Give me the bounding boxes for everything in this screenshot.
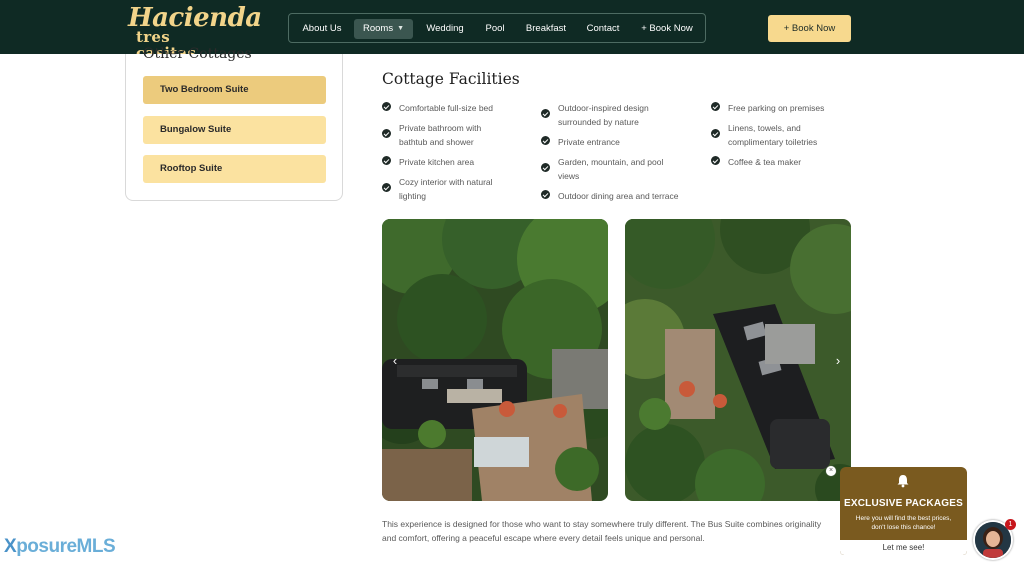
- facility-item: Garden, mountain, and pool views: [541, 155, 701, 183]
- nav-wedding[interactable]: Wedding: [424, 19, 466, 39]
- nav-breakfast[interactable]: Breakfast: [524, 19, 568, 39]
- facility-item: Linens, towels, and complimentary toilet…: [711, 121, 851, 149]
- facility-text: Garden, mountain, and pool: [558, 157, 664, 167]
- facility-text: views: [558, 171, 580, 181]
- facility-text: Free parking on premises: [728, 103, 825, 113]
- cottage-photo-2-image: [625, 219, 851, 501]
- cottage-two-bedroom-suite[interactable]: Two Bedroom Suite: [143, 76, 326, 104]
- cottage-photo-1-image: [382, 219, 608, 501]
- facility-text: Linens, towels, and: [728, 123, 801, 133]
- facility-item: Outdoor-inspired design surrounded by na…: [541, 101, 701, 129]
- facility-text: Private bathroom with: [399, 123, 482, 133]
- check-icon: [382, 183, 391, 192]
- exclusive-packages-popup: EXCLUSIVE PACKAGES Here you will find th…: [840, 467, 967, 555]
- book-now-button[interactable]: + Book Now: [768, 15, 851, 42]
- check-icon: [541, 109, 550, 118]
- facilities-title: Cottage Facilities: [382, 70, 520, 88]
- nav-pool[interactable]: Pool: [483, 19, 507, 39]
- bell-icon: [897, 475, 909, 488]
- facility-item: Cozy interior with natural lighting: [382, 175, 532, 203]
- nav-about-us[interactable]: About Us: [301, 19, 343, 39]
- carousel-next-icon[interactable]: ›: [832, 354, 844, 367]
- nav-rooms[interactable]: Rooms ▼: [354, 19, 413, 39]
- main-nav: About Us Rooms ▼ Wedding Pool Breakfast C…: [288, 13, 706, 43]
- check-icon: [711, 156, 720, 165]
- check-icon: [541, 136, 550, 145]
- notification-badge: 1: [1005, 519, 1016, 530]
- check-icon: [711, 129, 720, 138]
- watermark-logo: XposureMLS: [4, 536, 116, 558]
- cottage-photo-1: [382, 219, 608, 501]
- check-icon: [541, 163, 550, 172]
- nav-contact[interactable]: Contact: [585, 19, 621, 39]
- popup-title: EXCLUSIVE PACKAGES: [844, 498, 963, 509]
- description-line-1: This experience is designed for those wh…: [382, 519, 822, 529]
- popup-text: Here you will find the best prices, don'…: [855, 515, 952, 531]
- watermark-x: X: [4, 536, 17, 557]
- check-icon: [711, 102, 720, 111]
- check-icon: [541, 190, 550, 199]
- facility-text: Outdoor-inspired design: [558, 103, 649, 113]
- cottage-description: This experience is designed for those wh…: [382, 517, 847, 545]
- facility-text: surrounded by nature: [558, 117, 639, 127]
- let-me-see-button[interactable]: Let me see!: [840, 540, 967, 555]
- watermark-text: posureMLS: [16, 536, 116, 557]
- facility-text: Coffee & tea maker: [728, 157, 802, 167]
- popup-close-icon[interactable]: ×: [826, 466, 836, 476]
- nav-book-now[interactable]: + Book Now: [639, 19, 695, 39]
- facility-text: Comfortable full-size bed: [399, 103, 494, 113]
- cottage-bungalow-suite[interactable]: Bungalow Suite: [143, 116, 326, 144]
- cottage-rooftop-suite[interactable]: Rooftop Suite: [143, 155, 326, 183]
- description-line-2: and comfort, offering a peaceful escape …: [382, 533, 705, 543]
- check-icon: [382, 129, 391, 138]
- facility-text: bathtub and shower: [399, 137, 474, 147]
- logo[interactable]: Hacienda tres casitas: [128, 4, 262, 61]
- facility-text: Private entrance: [558, 137, 620, 147]
- cottage-photo-2: [625, 219, 851, 501]
- chevron-down-icon: ▼: [397, 25, 405, 32]
- facility-text: complimentary toiletries: [728, 137, 818, 147]
- facility-item: Private bathroom with bathtub and shower: [382, 121, 532, 149]
- facility-text: Cozy interior with natural: [399, 177, 493, 187]
- check-icon: [382, 156, 391, 165]
- facility-text: Private kitchen area: [399, 157, 475, 167]
- other-cottages-title: Other Cottages: [143, 46, 252, 62]
- nav-rooms-label: Rooms: [362, 23, 394, 34]
- other-cottages-card: Other Cottages Two Bedroom Suite Bungalo…: [125, 46, 343, 201]
- carousel-prev-icon[interactable]: ‹: [389, 354, 401, 367]
- facility-text: Outdoor dining area and terrace: [558, 191, 679, 201]
- check-icon: [382, 102, 391, 111]
- facility-text: lighting: [399, 191, 426, 201]
